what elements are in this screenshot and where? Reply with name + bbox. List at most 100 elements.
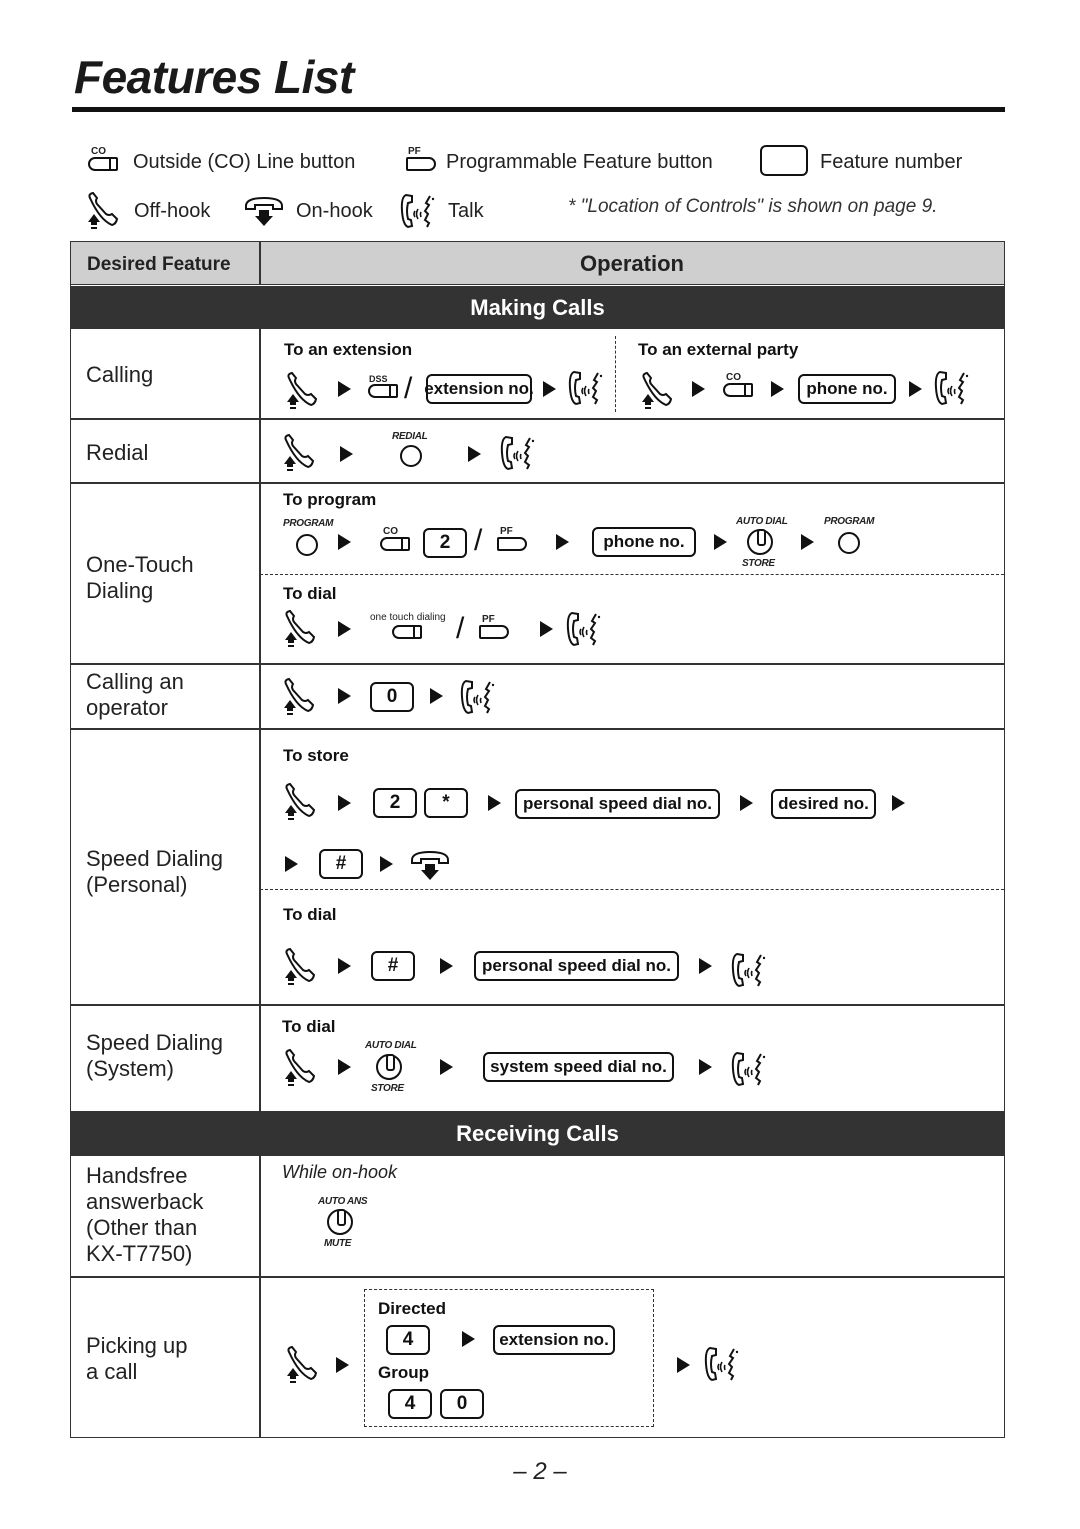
extension-no-box: extension no. bbox=[493, 1325, 615, 1355]
arrow-icon bbox=[338, 958, 351, 974]
talk-icon bbox=[460, 680, 496, 714]
off-hook-legend-text: Off-hook bbox=[134, 200, 211, 222]
arrow-icon bbox=[543, 381, 556, 397]
store-label: STORE bbox=[742, 558, 775, 569]
off-hook-icon bbox=[284, 610, 315, 648]
program-button-icon[interactable] bbox=[838, 532, 860, 554]
row-divider bbox=[71, 728, 1004, 730]
header-divider bbox=[259, 242, 261, 285]
arrow-icon bbox=[380, 856, 393, 872]
talk-icon bbox=[731, 953, 767, 987]
arrow-icon bbox=[468, 446, 481, 462]
key-hash: # bbox=[319, 849, 363, 879]
calling-to-extension-label: To an extension bbox=[284, 340, 413, 359]
page-number: – 2 – bbox=[513, 1458, 567, 1485]
title-rule bbox=[72, 107, 1005, 112]
talk-icon bbox=[731, 1052, 767, 1086]
header-operation: Operation bbox=[580, 251, 684, 276]
or-slash: / bbox=[456, 612, 465, 645]
pf-button-icon[interactable] bbox=[479, 625, 509, 639]
key-0: 0 bbox=[370, 682, 414, 712]
auto-dial-label: AUTO DIAL bbox=[736, 516, 788, 527]
personal-speed-dial-no-box: personal speed dial no. bbox=[515, 789, 720, 819]
one-touch-button-icon[interactable] bbox=[392, 625, 422, 639]
feature-speed-personal-line2: (Personal) bbox=[86, 872, 188, 897]
feature-pickup-line1: Picking up bbox=[86, 1333, 188, 1358]
calling-to-external-label: To an external party bbox=[638, 340, 799, 359]
key-2: 2 bbox=[423, 528, 467, 558]
arrow-icon bbox=[338, 534, 351, 550]
off-hook-icon bbox=[286, 1346, 317, 1384]
pf-button-icon bbox=[406, 157, 436, 171]
to-store-label: To store bbox=[283, 746, 349, 765]
off-hook-icon bbox=[286, 372, 317, 410]
arrow-icon bbox=[771, 381, 784, 397]
arrow-icon bbox=[338, 795, 351, 811]
pf-legend-label: PF bbox=[408, 146, 421, 157]
feature-speed-personal-line1: Speed Dialing bbox=[86, 846, 223, 871]
pf-label-2: PF bbox=[482, 614, 495, 625]
talk-icon bbox=[704, 1347, 740, 1381]
auto-dial-store-button-icon[interactable] bbox=[376, 1054, 402, 1080]
desired-no-box: desired no. bbox=[771, 789, 876, 819]
row-divider bbox=[71, 1276, 1004, 1278]
talk-icon bbox=[568, 371, 604, 405]
on-hook-icon bbox=[411, 851, 449, 881]
talk-icon bbox=[934, 371, 970, 405]
arrow-icon bbox=[440, 958, 453, 974]
dss-button-icon[interactable] bbox=[368, 384, 398, 398]
program-button-icon[interactable] bbox=[296, 534, 318, 556]
arrow-icon bbox=[714, 534, 727, 550]
to-dial-label: To dial bbox=[282, 1017, 336, 1036]
auto-ans-mute-button-icon[interactable] bbox=[327, 1209, 353, 1235]
column-divider bbox=[259, 329, 261, 1111]
arrow-icon bbox=[699, 958, 712, 974]
co-button-icon[interactable] bbox=[723, 383, 753, 397]
auto-ans-label: AUTO ANS bbox=[318, 1196, 368, 1207]
off-hook-icon bbox=[284, 783, 315, 821]
arrow-icon bbox=[540, 621, 553, 637]
arrow-icon bbox=[677, 1357, 690, 1373]
auto-dial-store-button-icon[interactable] bbox=[747, 529, 773, 555]
arrow-icon bbox=[340, 446, 353, 462]
calling-dashed-divider bbox=[615, 336, 616, 412]
arrow-icon bbox=[740, 795, 753, 811]
off-hook-icon bbox=[641, 372, 672, 410]
co-label: CO bbox=[726, 372, 741, 383]
arrow-icon bbox=[488, 795, 501, 811]
to-program-label: To program bbox=[283, 490, 377, 509]
off-hook-icon bbox=[87, 192, 118, 230]
personal-speed-dial-no-box: personal speed dial no. bbox=[474, 951, 679, 981]
feature-number-icon bbox=[760, 145, 808, 176]
row-divider bbox=[71, 418, 1004, 420]
section-receiving-calls: Receiving Calls bbox=[71, 1111, 1004, 1156]
feature-handsfree-line3: (Other than bbox=[86, 1215, 198, 1240]
feature-one-touch-line1: One-Touch bbox=[86, 552, 194, 577]
arrow-icon bbox=[801, 534, 814, 550]
to-dial-label: To dial bbox=[283, 584, 337, 603]
off-hook-icon bbox=[284, 948, 315, 986]
pf-button-icon[interactable] bbox=[497, 537, 527, 551]
or-slash: / bbox=[474, 524, 483, 557]
redial-label: REDIAL bbox=[392, 431, 428, 442]
dss-label: DSS bbox=[369, 374, 388, 384]
key-hash: # bbox=[371, 951, 415, 981]
feature-speed-system-line1: Speed Dialing bbox=[86, 1030, 223, 1055]
row-divider bbox=[71, 482, 1004, 484]
header-desired-feature: Desired Feature bbox=[87, 254, 231, 275]
section-making-calls: Making Calls bbox=[71, 286, 1004, 329]
phone-no-box: phone no. bbox=[798, 374, 896, 404]
arrow-icon bbox=[338, 621, 351, 637]
feature-handsfree-line2: answerback bbox=[86, 1189, 204, 1214]
auto-dial-label: AUTO DIAL bbox=[365, 1040, 417, 1051]
co-button-icon[interactable] bbox=[380, 537, 410, 551]
feature-redial: Redial bbox=[86, 440, 149, 465]
on-hook-legend-text: On-hook bbox=[296, 200, 373, 222]
features-table bbox=[70, 241, 1005, 1438]
talk-icon bbox=[400, 194, 436, 228]
extension-no-box: extension no. bbox=[424, 374, 534, 404]
row-divider bbox=[71, 663, 1004, 665]
redial-button-icon[interactable] bbox=[400, 445, 422, 467]
talk-legend-text: Talk bbox=[448, 200, 484, 222]
to-dial-label: To dial bbox=[283, 905, 337, 924]
